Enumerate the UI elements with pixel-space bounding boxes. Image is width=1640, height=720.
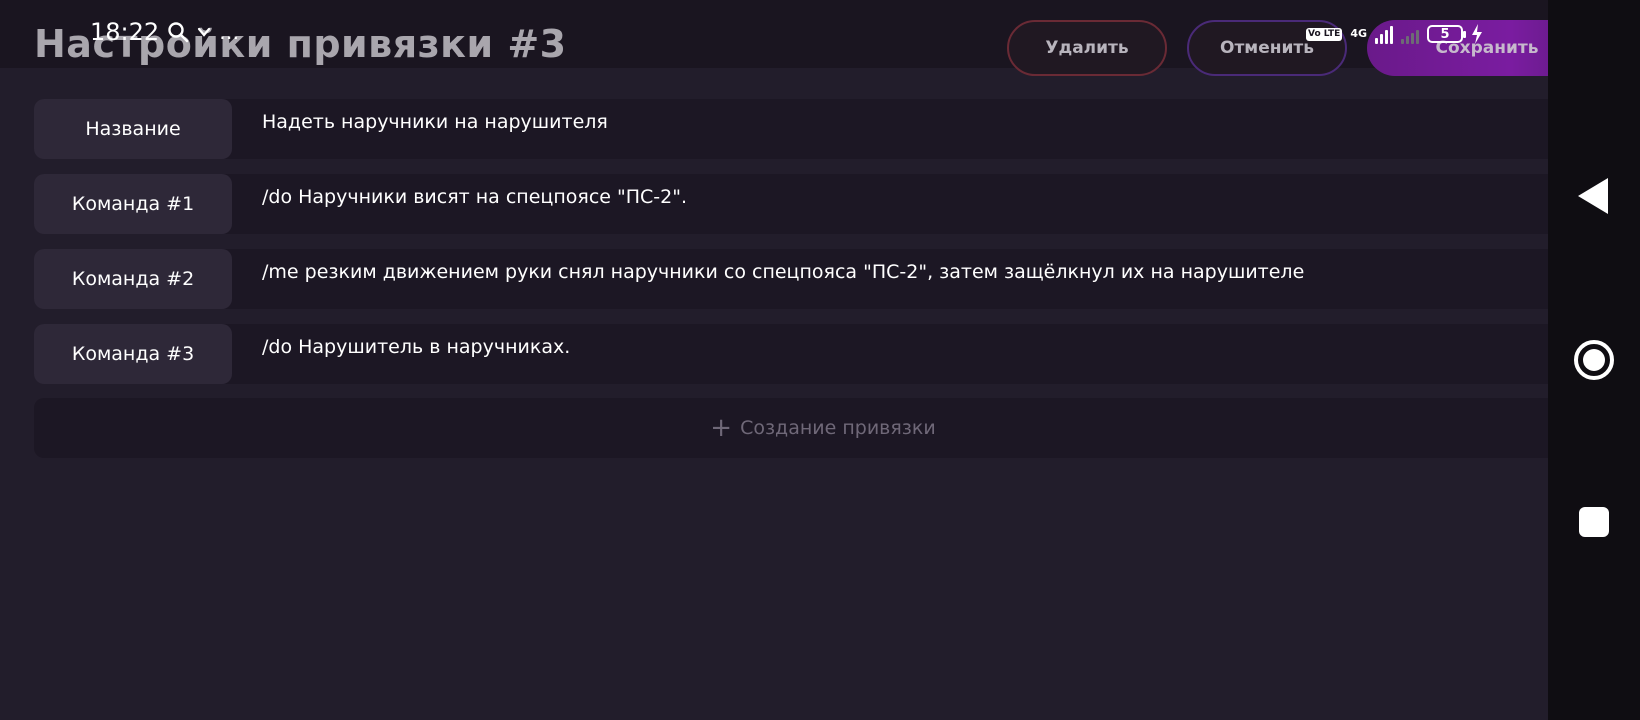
volte-badge: Vo LTE xyxy=(1306,27,1343,41)
app-screen: Настройки привязки #3 18:22 … Удалить От… xyxy=(0,0,1640,720)
recents-icon[interactable] xyxy=(1570,498,1618,546)
binding-name-field[interactable]: Надеть наручники на нарушителя xyxy=(262,111,608,133)
row-label: Команда #2 xyxy=(34,249,232,309)
system-nav-bar xyxy=(1548,0,1640,720)
binding-name-row: Название Надеть наручники на нарушителя xyxy=(34,99,1612,159)
header: Настройки привязки #3 18:22 … Удалить От… xyxy=(0,0,1607,76)
row-label: Команда #3 xyxy=(34,324,232,384)
command-row-1: Команда #1 /do Наручники висят на спецпо… xyxy=(34,174,1612,234)
command-field-2[interactable]: /me резким движением руки снял наручники… xyxy=(262,261,1304,283)
command-row-2: Команда #2 /me резким движением руки сня… xyxy=(34,249,1612,309)
signal-secondary-icon xyxy=(1401,24,1420,44)
status-more: … xyxy=(219,20,240,44)
add-binding-button[interactable]: + Создание привязки xyxy=(34,398,1612,458)
row-label: Команда #1 xyxy=(34,174,232,234)
charging-icon xyxy=(1472,24,1483,44)
delete-button[interactable]: Удалить xyxy=(1007,20,1167,76)
home-icon[interactable] xyxy=(1570,336,1618,384)
chevron-down-icon xyxy=(198,27,211,37)
status-icons: Vo LTE 4G 5 xyxy=(1306,20,1483,48)
row-label: Название xyxy=(34,99,232,159)
command-field-1[interactable]: /do Наручники висят на спецпоясе "ПС-2". xyxy=(262,186,687,208)
status-bar-clock: 18:22 … xyxy=(90,18,239,46)
battery-level: 5 xyxy=(1440,26,1450,42)
back-icon[interactable] xyxy=(1570,172,1618,220)
plus-icon: + xyxy=(710,413,733,443)
status-time: 18:22 xyxy=(90,18,160,46)
command-row-3: Команда #3 /do Нарушитель в наручниках. xyxy=(34,324,1612,384)
search-icon xyxy=(168,22,189,43)
signal-icon xyxy=(1375,24,1394,44)
add-binding-label: Создание привязки xyxy=(740,417,936,439)
network-type: 4G xyxy=(1350,27,1368,40)
battery-icon: 5 xyxy=(1427,25,1467,43)
command-field-3[interactable]: /do Нарушитель в наручниках. xyxy=(262,336,570,358)
